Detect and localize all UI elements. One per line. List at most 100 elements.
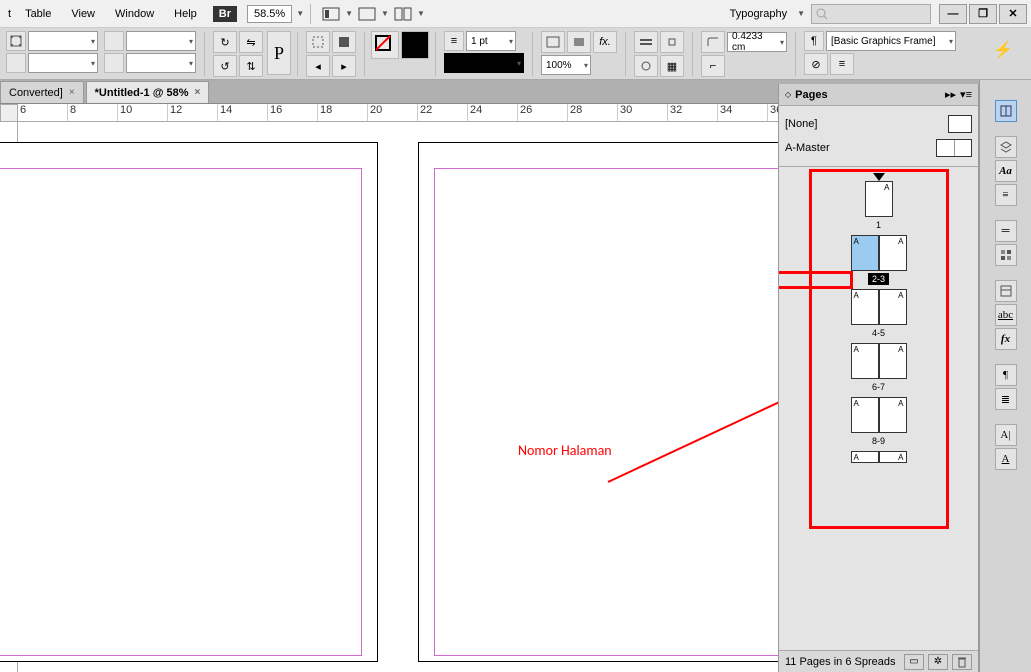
dock-fx-icon[interactable]: fx [995, 328, 1017, 350]
flip-h-icon[interactable]: ⇋ [239, 31, 263, 53]
dock-layers-icon[interactable] [995, 136, 1017, 158]
new-page-icon[interactable]: ✲ [928, 654, 948, 670]
dock-links-icon[interactable] [995, 280, 1017, 302]
master-a-thumb[interactable] [936, 139, 972, 157]
left-page[interactable] [0, 142, 378, 662]
page-2[interactable]: A [851, 235, 879, 271]
wrap-jump-icon[interactable]: ▦ [660, 55, 684, 77]
dock-char2-icon[interactable]: A [995, 448, 1017, 470]
tab-close-2[interactable]: × [195, 87, 201, 98]
dock-char-styles-icon[interactable]: Aa [995, 160, 1017, 182]
x-field[interactable] [28, 31, 98, 51]
clear-override-icon[interactable]: ⊘ [804, 53, 828, 75]
corner-field[interactable]: 0.4233 cm [727, 32, 787, 52]
h-field[interactable] [126, 53, 196, 73]
wrap-shape-icon[interactable] [634, 55, 658, 77]
y-field[interactable] [28, 53, 98, 73]
maximize-button[interactable]: ❐ [969, 4, 997, 24]
panel-menu-icon[interactable]: ▾≡ [960, 88, 972, 101]
master-none-row[interactable]: [None] [785, 112, 972, 136]
corner-shape-icon[interactable]: ⌐ [701, 55, 725, 77]
page-6[interactable]: A [851, 343, 879, 379]
bridge-badge[interactable]: Br [213, 6, 237, 22]
dock-stroke-icon[interactable]: ═ [995, 220, 1017, 242]
wrap-none-icon[interactable] [634, 31, 658, 53]
menu-table[interactable]: Table [15, 4, 61, 24]
search-input[interactable] [811, 4, 931, 24]
dock-glyphs-icon[interactable]: ≣ [995, 388, 1017, 410]
spread-4-5[interactable]: AA 4-5 [779, 289, 978, 339]
page-4[interactable]: A [851, 289, 879, 325]
sel-container-icon[interactable] [306, 31, 330, 53]
menu-help[interactable]: Help [164, 4, 207, 24]
dock-swatches-icon[interactable] [995, 244, 1017, 266]
tab-untitled[interactable]: *Untitled-1 @ 58%× [86, 81, 210, 103]
dd3[interactable]: ▼ [417, 9, 425, 18]
spread-10-11[interactable]: AA [779, 451, 978, 463]
page-11[interactable]: A [879, 451, 907, 463]
spread-1[interactable]: A 1 [779, 181, 978, 231]
delete-page-icon[interactable] [952, 654, 972, 670]
pages-panel-tab[interactable]: ◇ Pages ▸▸▾≡ [779, 84, 978, 106]
zoom-dropdown-icon[interactable]: ▼ [296, 9, 304, 18]
paragraph-icon[interactable]: P [267, 31, 291, 75]
page-8[interactable]: A [851, 397, 879, 433]
sel-content-icon[interactable] [332, 31, 356, 53]
pages-list[interactable]: A 1 AA 2-3 AA 4-5 AA 6-7 AA 8-9 AA [779, 167, 978, 650]
fill-stroke-swatch[interactable] [371, 31, 399, 59]
page-7[interactable]: A [879, 343, 907, 379]
page-3[interactable]: A [879, 235, 907, 271]
rotate-icon[interactable]: ↻ [213, 31, 237, 53]
ref-point-icon[interactable] [6, 31, 26, 51]
dock-para-styles-icon[interactable]: ≡ [995, 184, 1017, 206]
ws-dd[interactable]: ▼ [797, 9, 805, 18]
opacity-field[interactable]: 100% [541, 55, 591, 75]
page-9[interactable]: A [879, 397, 907, 433]
dock-story-icon[interactable]: abc [995, 304, 1017, 326]
master-a-row[interactable]: A-Master [785, 136, 972, 160]
edit-page-size-icon[interactable]: ▭ [904, 654, 924, 670]
rotate-ccw-icon[interactable]: ↺ [213, 55, 237, 77]
spread-6-7[interactable]: AA 6-7 [779, 343, 978, 393]
page-5[interactable]: A [879, 289, 907, 325]
style-btn2[interactable]: ≡ [830, 53, 854, 75]
panel-collapse-icon[interactable]: ◇ [785, 90, 791, 99]
fx-icon2[interactable] [567, 31, 591, 53]
fx-icon1[interactable] [541, 31, 565, 53]
dock-char-icon[interactable]: A| [995, 424, 1017, 446]
arrange-icon[interactable] [390, 3, 416, 25]
page-10[interactable]: A [851, 451, 879, 463]
w-field[interactable] [126, 31, 196, 51]
master-none-thumb[interactable] [948, 115, 972, 133]
workspace-switcher[interactable]: Typography [720, 4, 797, 24]
close-button[interactable]: ✕ [999, 4, 1027, 24]
spread-2-3[interactable]: AA 2-3 [779, 235, 978, 285]
ruler-origin[interactable] [0, 104, 18, 122]
minimize-button[interactable]: — [939, 4, 967, 24]
gpu-icon[interactable]: ⚡ [993, 40, 1013, 60]
dd2[interactable]: ▼ [381, 9, 389, 18]
object-style-field[interactable]: [Basic Graphics Frame] [826, 31, 956, 51]
fx-label[interactable]: fx. [593, 31, 617, 53]
zoom-level[interactable]: 58.5% [247, 5, 292, 23]
page-1[interactable]: A [865, 181, 893, 217]
stroke-weight-field[interactable]: 1 pt [466, 31, 516, 51]
menu-view[interactable]: View [61, 4, 105, 24]
menu-window[interactable]: Window [105, 4, 164, 24]
flip-v-icon[interactable]: ⇅ [239, 55, 263, 77]
screen-mode-icon[interactable] [354, 3, 380, 25]
wrap-around-icon[interactable] [660, 31, 684, 53]
stroke-style[interactable] [444, 53, 524, 73]
dock-para-icon[interactable]: ¶ [995, 364, 1017, 386]
panel-dblarrow-icon[interactable]: ▸▸ [945, 88, 956, 101]
spread-8-9[interactable]: AA 8-9 [779, 397, 978, 447]
sel-next-icon[interactable]: ▸ [332, 55, 356, 77]
tab-close-1[interactable]: × [69, 87, 75, 98]
view-options-icon[interactable] [318, 3, 344, 25]
corner-icon[interactable] [701, 31, 725, 53]
dd1[interactable]: ▼ [345, 9, 353, 18]
sel-prev-icon[interactable]: ◂ [306, 55, 330, 77]
stroke-swatch[interactable] [401, 31, 429, 59]
dock-pages-icon[interactable] [995, 100, 1017, 122]
tab-converted[interactable]: Converted]× [0, 81, 84, 103]
